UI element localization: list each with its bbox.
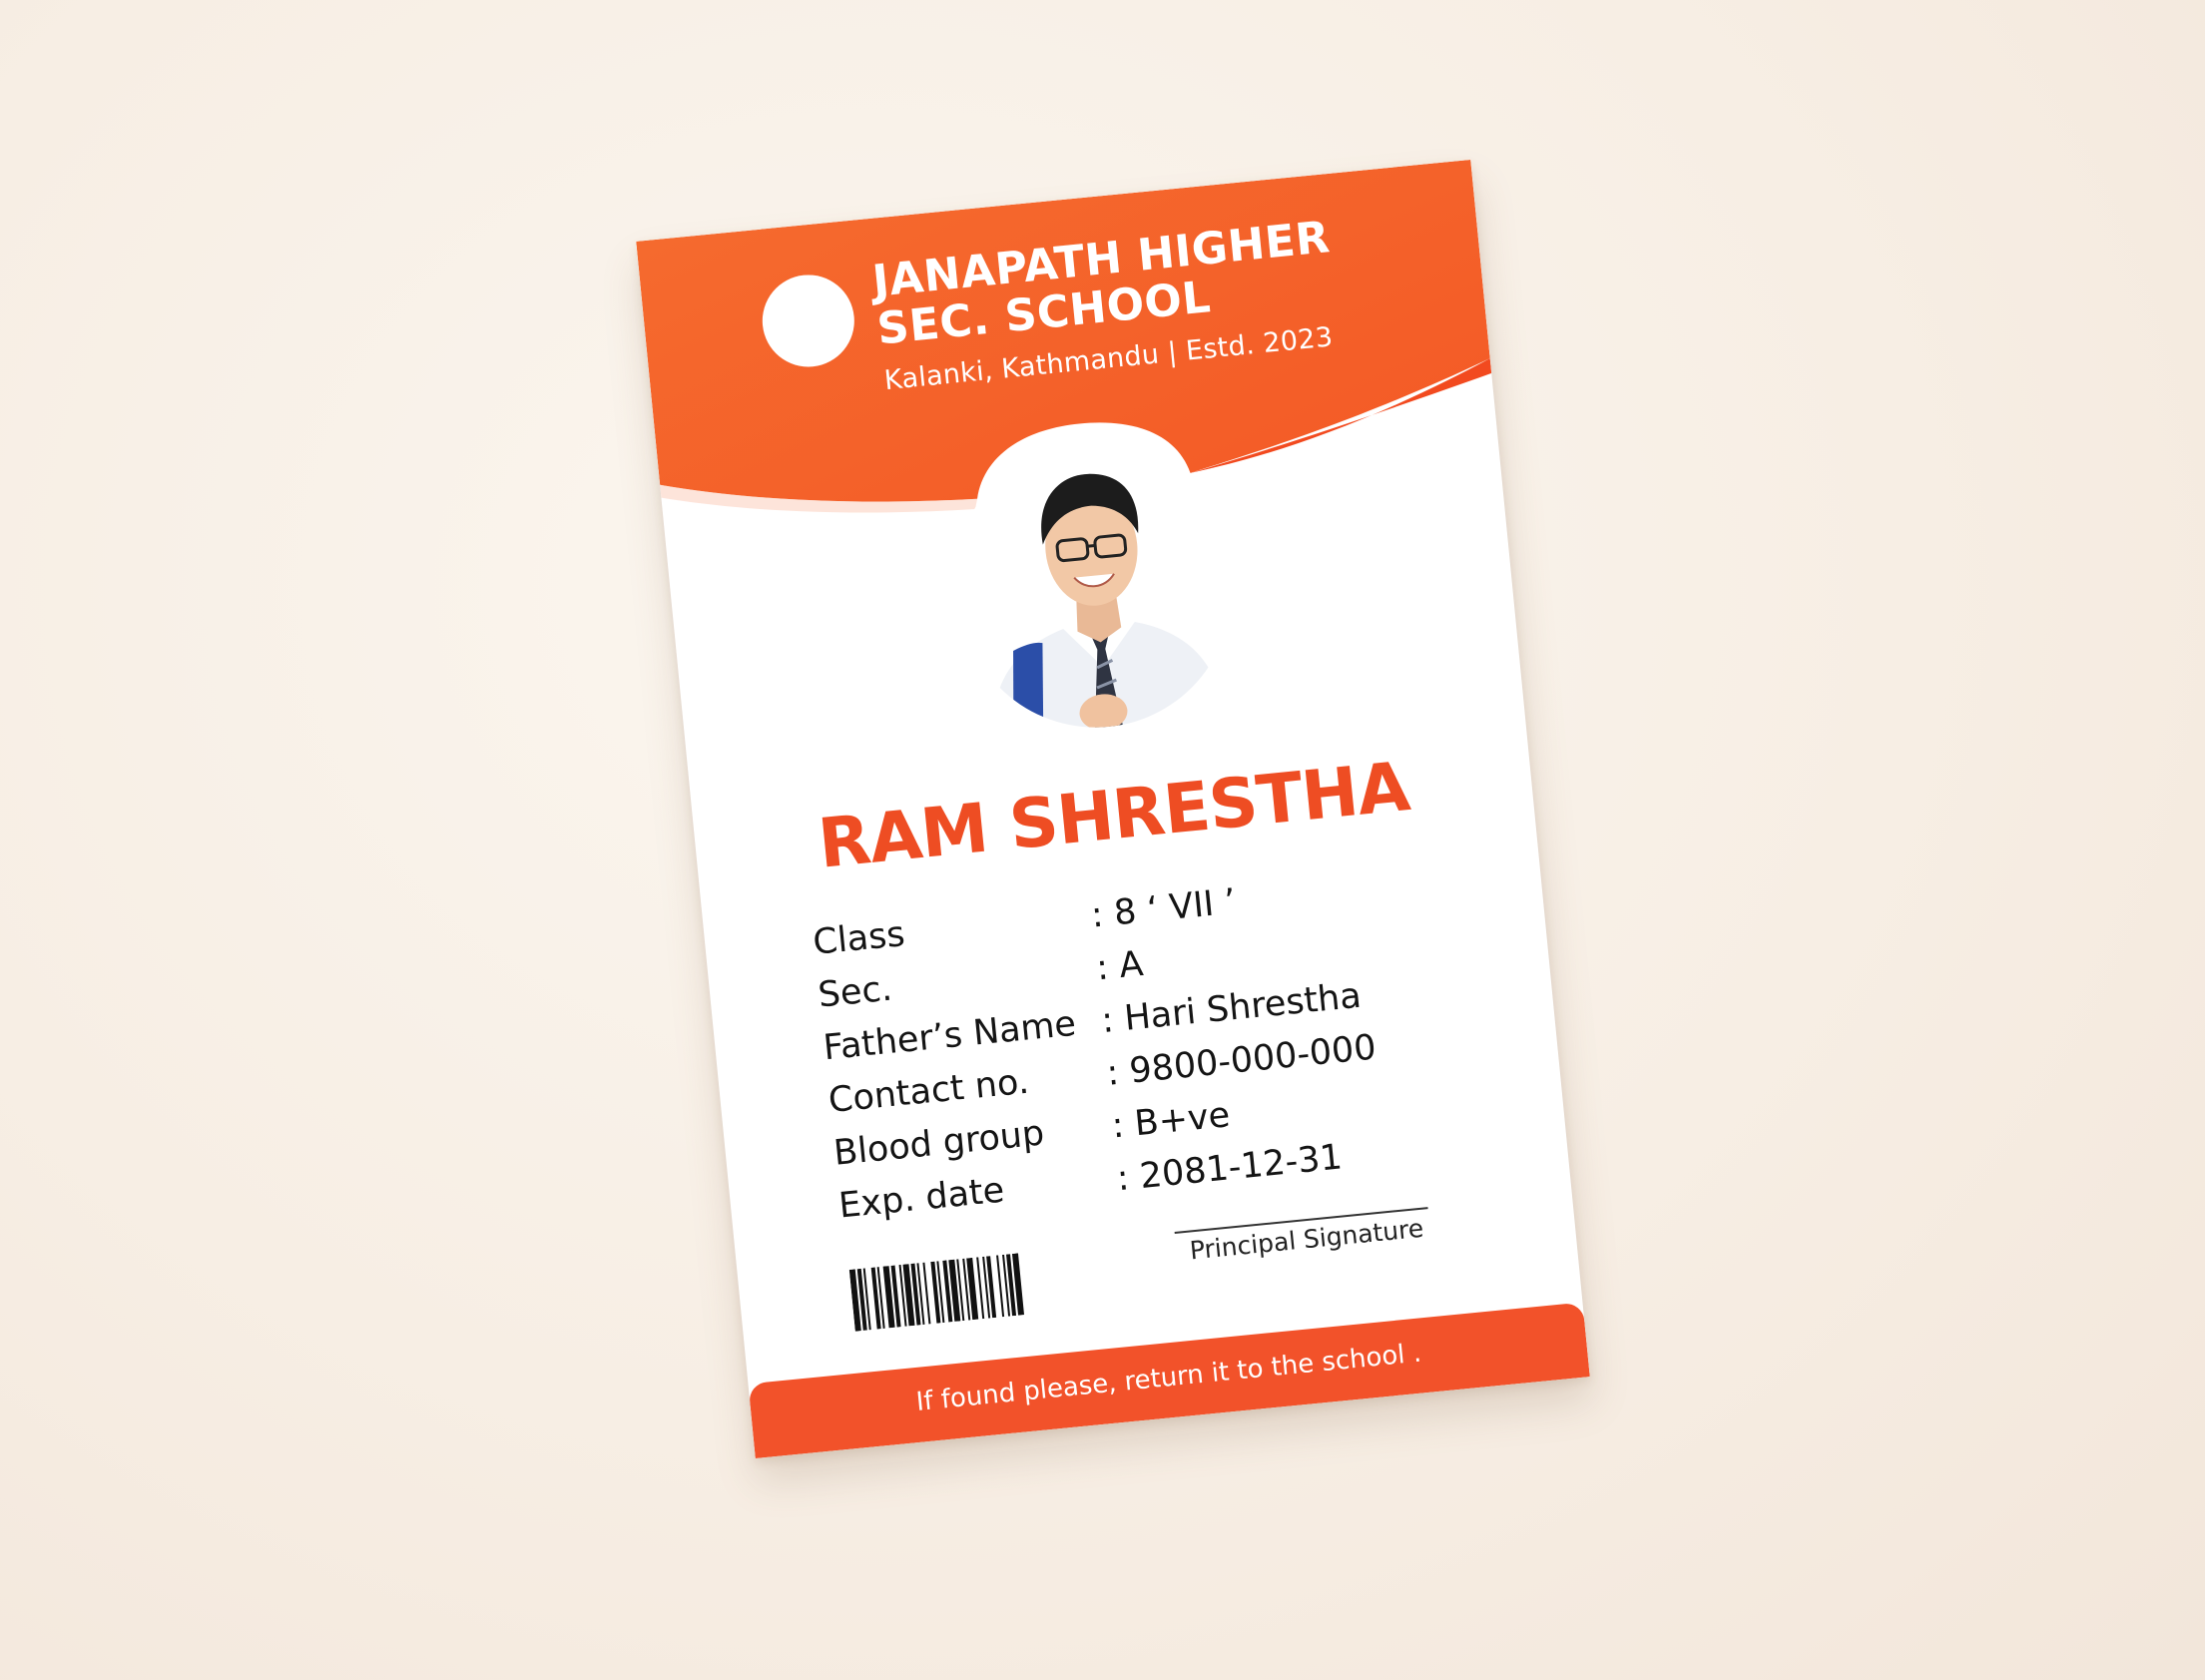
- detail-value: : A: [1094, 943, 1146, 988]
- barcode-bar: [922, 1262, 931, 1325]
- barcode-bar: [976, 1257, 985, 1320]
- detail-value: : 8 ‘ VII ’: [1089, 881, 1238, 936]
- id-card-wrapper: JANAPATH HIGHER SEC. SCHOOL Kalanki, Kat…: [636, 159, 1590, 1459]
- id-card: JANAPATH HIGHER SEC. SCHOOL Kalanki, Kat…: [636, 159, 1590, 1459]
- barcode: [848, 1253, 1025, 1332]
- detail-value: : B+ve: [1110, 1094, 1232, 1147]
- footer-text: If found please, return it to the school…: [914, 1338, 1423, 1417]
- barcode-bar: [996, 1255, 1005, 1318]
- student-details: Class : 8 ‘ VII ’ Sec. : A Father’s Name…: [811, 862, 1388, 1232]
- student-name: RAM SHRESTHA: [815, 748, 1413, 884]
